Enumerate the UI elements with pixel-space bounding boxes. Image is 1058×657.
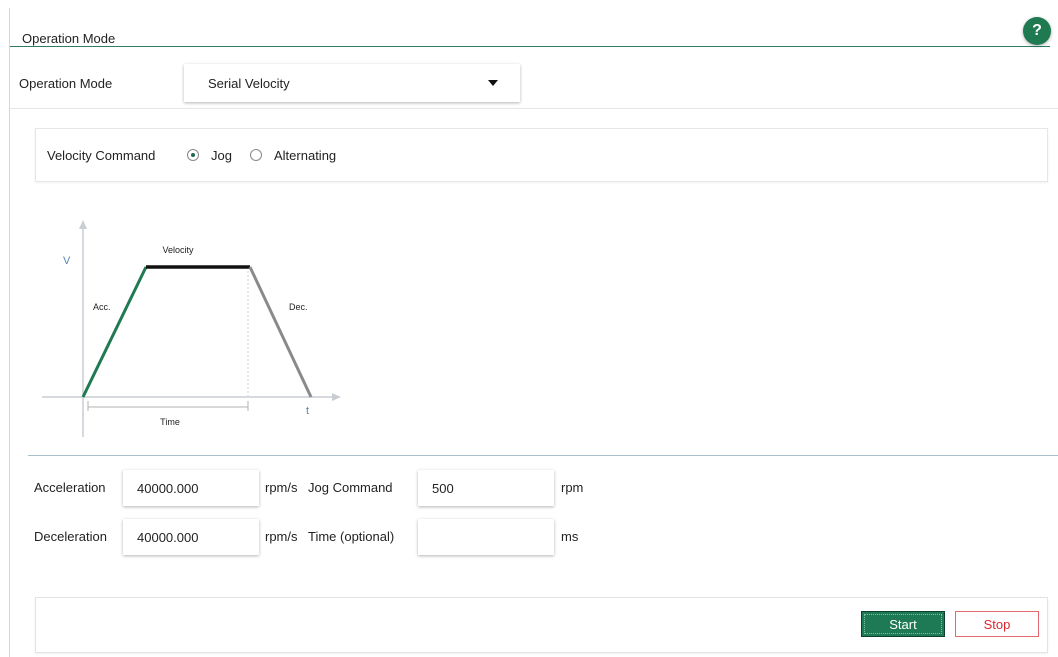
jog-command-input[interactable]: 500 [418, 470, 554, 506]
mode-divider [10, 108, 1058, 109]
radio-jog-label[interactable]: Jog [211, 148, 232, 163]
time-optional-label: Time (optional) [308, 529, 395, 544]
acceleration-label: Acceleration [34, 480, 106, 495]
velocity-command-label: Velocity Command [47, 148, 156, 163]
stop-button[interactable]: Stop [955, 611, 1039, 637]
acceleration-unit: rpm/s [265, 480, 298, 495]
section-divider [10, 46, 1050, 47]
deceleration-label: Deceleration [34, 529, 107, 544]
acc-label: Acc. [93, 302, 111, 312]
v-axis-label: V [63, 255, 71, 267]
acc-segment [81, 266, 148, 398]
deceleration-input[interactable]: 40000.000 [123, 519, 259, 555]
time-optional-input[interactable] [418, 519, 554, 555]
chevron-down-icon [488, 80, 498, 86]
start-button[interactable]: Start [861, 611, 945, 637]
jog-command-unit: rpm [561, 480, 584, 495]
velocity-profile-diagram: V t Velocity Acc. Dec. Time [42, 220, 341, 437]
jog-command-label: Jog Command [308, 480, 393, 495]
operation-mode-dropdown[interactable]: Serial Velocity [184, 64, 520, 102]
dec-segment [248, 266, 313, 398]
diagram-divider [28, 455, 1058, 456]
help-button[interactable]: ? [1023, 17, 1051, 45]
t-axis-arrow-icon [332, 393, 341, 401]
velocity-label: Velocity [162, 245, 194, 255]
acceleration-input[interactable]: 40000.000 [123, 470, 259, 506]
panel-left-border [9, 8, 10, 657]
time-label: Time [160, 417, 180, 427]
radio-alternating[interactable] [250, 149, 262, 161]
section-title: Operation Mode [22, 31, 116, 46]
operation-mode-label: Operation Mode [19, 76, 113, 91]
operation-mode-selected: Serial Velocity [208, 75, 290, 91]
deceleration-unit: rpm/s [265, 529, 298, 544]
radio-alternating-label[interactable]: Alternating [274, 148, 336, 163]
v-axis-arrow-icon [79, 220, 87, 229]
radio-jog[interactable] [187, 149, 199, 161]
t-axis-label: t [306, 405, 309, 417]
dec-label: Dec. [289, 302, 308, 312]
time-optional-unit: ms [561, 529, 579, 544]
